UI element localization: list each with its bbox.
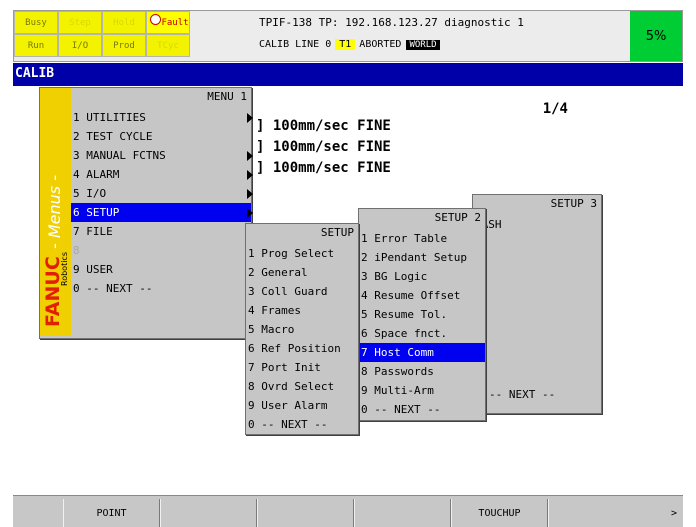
- fault-icon: [150, 14, 161, 25]
- menu-item-mash[interactable]: MASH: [473, 215, 601, 234]
- submenu-arrow-icon: [247, 151, 253, 161]
- menu-item-ipendant-setup[interactable]: 2 iPendant Setup: [359, 248, 485, 267]
- program-line[interactable]: ] 100mm/sec FINE: [256, 139, 391, 155]
- tcyc-indicator: TCyc: [146, 34, 190, 57]
- io-indicator: I/O: [58, 34, 102, 57]
- menu-item-empty: 8: [71, 241, 251, 260]
- menu-item-label: 9 USER: [73, 263, 113, 276]
- run-indicator: Run: [14, 34, 58, 57]
- menu-header: SETUP: [320, 226, 354, 239]
- menu-item-space-fnct[interactable]: 6 Space fnct.: [359, 324, 485, 343]
- coord-system-badge: WORLD: [406, 39, 440, 50]
- submenu-arrow-icon: [247, 189, 253, 199]
- menu-item-ovrd-select[interactable]: 8 Ovrd Select: [246, 377, 358, 396]
- main-menu: - Menus - FANUC Robotics MENU 1 1 UTILIT…: [39, 87, 253, 339]
- menu-item-multi-arm[interactable]: 9 Multi-Arm: [359, 381, 485, 400]
- menu-item-general[interactable]: 2 General: [246, 263, 358, 282]
- menu-item-port-init[interactable]: 7 Port Init: [246, 358, 358, 377]
- hold-indicator: Hold: [102, 11, 146, 34]
- menu-item-label: 3 MANUAL FCTNS: [73, 149, 166, 162]
- status-bar: Busy Step Hold Fault Run I/O Prod TCyc T…: [13, 10, 683, 62]
- menu-item-ref-position[interactable]: 6 Ref Position: [246, 339, 358, 358]
- setup-menu-page-2: SETUP 2 1 Error Table 2 iPendant Setup 3…: [358, 208, 486, 421]
- submenu-arrow-icon: [247, 208, 253, 218]
- status-message: TPIF-138 TP: 192.168.123.27 diagnostic 1: [259, 16, 524, 29]
- status-program-line: CALIB LINE 0 T1 ABORTED WORLD: [259, 39, 440, 50]
- setup-menu-page-3: SETUP 3 MASH -- NEXT --: [472, 194, 602, 414]
- menus-side-label: - Menus -: [45, 175, 64, 249]
- menu-item-resume-tol[interactable]: 5 Resume Tol.: [359, 305, 485, 324]
- menu-item-label: 5 I/O: [73, 187, 107, 200]
- menu-item-coll-guard[interactable]: 3 Coll Guard: [246, 282, 358, 301]
- page-indicator: 1/4: [542, 101, 568, 117]
- page-title: CALIB: [13, 63, 683, 86]
- next-page-key[interactable]: >: [548, 499, 683, 527]
- prod-indicator: Prod: [102, 34, 146, 57]
- menu-item-prog-select[interactable]: 1 Prog Select: [246, 244, 358, 263]
- menu-header: MENU 1: [207, 90, 247, 103]
- f4-key[interactable]: [354, 499, 451, 527]
- menu-item-test-cycle[interactable]: 2 TEST CYCLE: [71, 127, 251, 146]
- menu-item-next[interactable]: -- NEXT --: [487, 385, 555, 404]
- menu-item-label: 8: [73, 244, 80, 257]
- menu-item-error-table[interactable]: 1 Error Table: [359, 229, 485, 248]
- menu-item-frames[interactable]: 4 Frames: [246, 301, 358, 320]
- fault-indicator: Fault: [146, 11, 190, 34]
- fault-label: Fault: [161, 17, 189, 28]
- program-name: CALIB LINE 0: [259, 39, 332, 50]
- step-indicator: Step: [58, 11, 102, 34]
- f5-touchup-key[interactable]: TOUCHUP: [451, 499, 548, 527]
- submenu-arrow-icon: [247, 170, 253, 180]
- brand-strip: - Menus - FANUC Robotics: [40, 88, 71, 336]
- menu-item-label: 7 FILE: [73, 225, 113, 238]
- menu-item-passwords[interactable]: 8 Passwords: [359, 362, 485, 381]
- menu-item-setup[interactable]: 6 SETUP: [71, 203, 253, 222]
- busy-indicator: Busy: [14, 11, 58, 34]
- menu-item-next[interactable]: 0 -- NEXT --: [71, 279, 251, 298]
- function-key-bar: POINT TOUCHUP >: [13, 495, 683, 527]
- menu-item-label: 4 ALARM: [73, 168, 120, 181]
- f2-key[interactable]: [160, 499, 257, 527]
- menu-header: SETUP 2: [434, 211, 481, 224]
- t-mode-badge: T1: [335, 39, 356, 50]
- fanuc-logo-icon: - Menus - FANUC Robotics: [42, 175, 69, 327]
- menu-item-utilities[interactable]: 1 UTILITIES: [71, 108, 253, 127]
- menu-item-label: 0 -- NEXT --: [73, 282, 153, 295]
- menu-item-next[interactable]: 0 -- NEXT --: [246, 415, 358, 434]
- f3-key[interactable]: [257, 499, 354, 527]
- menu-item-manual-fctns[interactable]: 3 MANUAL FCTNS: [71, 146, 253, 165]
- program-state: ABORTED: [359, 39, 402, 50]
- menu-item-resume-offset[interactable]: 4 Resume Offset: [359, 286, 485, 305]
- menu-item-label: 1 UTILITIES: [73, 111, 146, 124]
- setup-menu-page-1: SETUP 1 Prog Select 2 General 3 Coll Gua…: [245, 223, 359, 435]
- menu-item-next[interactable]: 0 -- NEXT --: [359, 400, 485, 419]
- submenu-arrow-icon: [247, 113, 253, 123]
- menu-item-host-comm[interactable]: 7 Host Comm: [359, 343, 485, 362]
- menu-item-label: 6 SETUP: [73, 206, 120, 219]
- program-line[interactable]: ] 100mm/sec FINE: [256, 118, 391, 134]
- program-line[interactable]: ] 100mm/sec FINE: [256, 160, 391, 176]
- menu-item-user[interactable]: 9 USER: [71, 260, 251, 279]
- menu-header: SETUP 3: [550, 197, 597, 210]
- menu-item-io[interactable]: 5 I/O: [71, 184, 253, 203]
- menu-item-label: 2 TEST CYCLE: [73, 130, 153, 143]
- menu-item-file[interactable]: 7 FILE: [71, 222, 253, 241]
- robotics-logo-text: Robotics: [60, 252, 69, 286]
- menu-item-macro[interactable]: 5 Macro: [246, 320, 358, 339]
- menu-item-alarm[interactable]: 4 ALARM: [71, 165, 253, 184]
- f1-point-key[interactable]: POINT: [63, 499, 160, 527]
- menu-item-user-alarm[interactable]: 9 User Alarm: [246, 396, 358, 415]
- override-display[interactable]: 5%: [630, 11, 682, 61]
- menu-item-bg-logic[interactable]: 3 BG Logic: [359, 267, 485, 286]
